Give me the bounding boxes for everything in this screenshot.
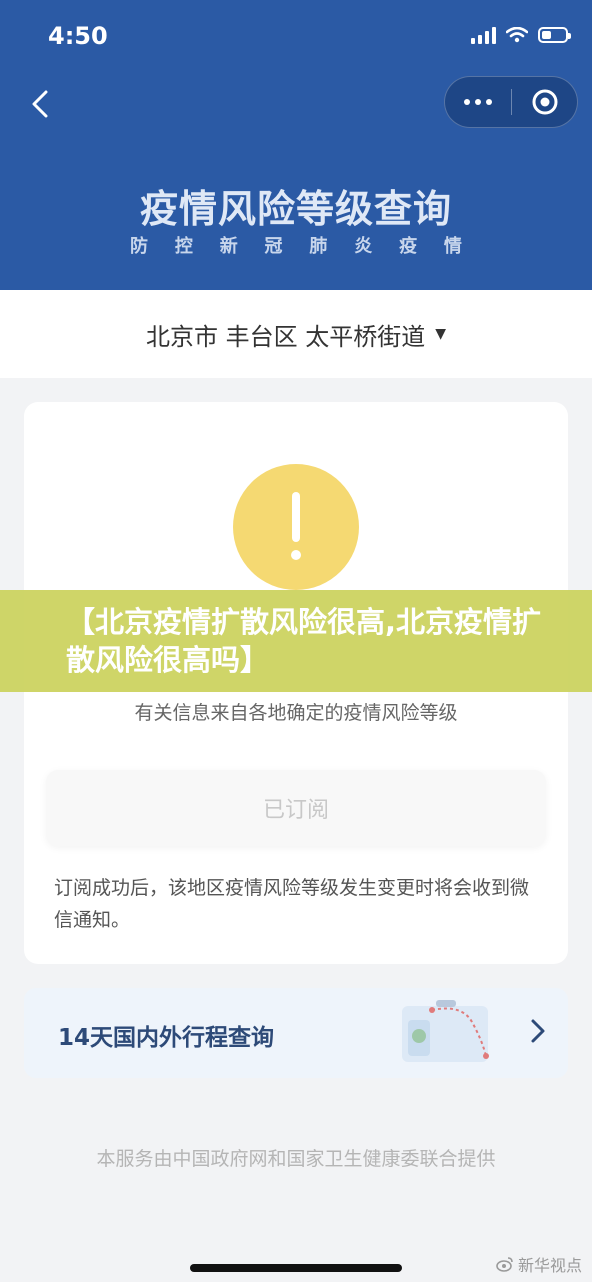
subtitle-char: 控 [174,236,193,257]
subtitle-char: 情 [443,236,462,257]
subtitle-char: 疫 [399,236,418,257]
region-selector[interactable]: 北京市 丰台区 太平桥街道 ▼ [0,290,592,378]
route-map-icon [402,1000,489,1062]
chevron-left-icon [32,90,48,118]
caret-down-icon: ▼ [435,326,447,342]
wifi-icon [506,27,528,43]
chevron-right-icon [531,1019,545,1043]
page-title: 疫情风险等级查询 [139,187,452,231]
close-miniprogram-button[interactable] [512,88,577,116]
exclamation-icon [233,464,359,590]
home-indicator [190,1264,402,1272]
back-button[interactable] [20,82,60,126]
banner-text: 【北京疫情扩散风险很高,北京疫情扩散风险很高吗】 [66,605,542,677]
page-subtitle: 防控新冠肺炎疫情 [130,232,462,258]
footer-note: 本服务由中国政府网和国家卫生健康委联合提供 [96,1148,496,1170]
battery-icon [538,27,571,43]
status-time: 4:50 [48,22,108,50]
region-text: 北京市 丰台区 太平桥街道 [145,322,426,351]
target-close-icon [532,89,557,115]
overlay-banner: 【北京疫情扩散风险很高,北京疫情扩散风险很高吗】 [0,590,592,692]
watermark-text: 新华视点 [517,1256,582,1275]
more-button[interactable] [445,99,511,105]
risk-description: 有关信息来自各地确定的疫情风险等级 [134,702,458,724]
subtitle-char: 肺 [309,236,328,257]
subtitle-char: 新 [219,236,238,257]
trip-query-title: 14天国内外行程查询 [58,1025,275,1051]
watermark: 新华视点 [496,1252,582,1276]
subtitle-char: 防 [130,236,148,257]
weibo-icon [496,1257,513,1272]
subscribe-note: 订阅成功后，该地区疫情风险等级发生变更时将会收到微信通知。 [54,877,530,931]
miniprogram-capsule [444,76,578,128]
trip-query-card[interactable]: 14天国内外行程查询 [24,988,568,1078]
subtitle-char: 炎 [354,236,373,257]
subtitle-char: 冠 [264,236,283,257]
status-icons [471,26,571,44]
subscribe-button[interactable]: 已订阅 [46,770,546,846]
signal-icon [471,26,496,44]
header: 4:50 疫情风险等级查询 防 控 新 冠 肺 炎 疫 情 [0,0,592,290]
